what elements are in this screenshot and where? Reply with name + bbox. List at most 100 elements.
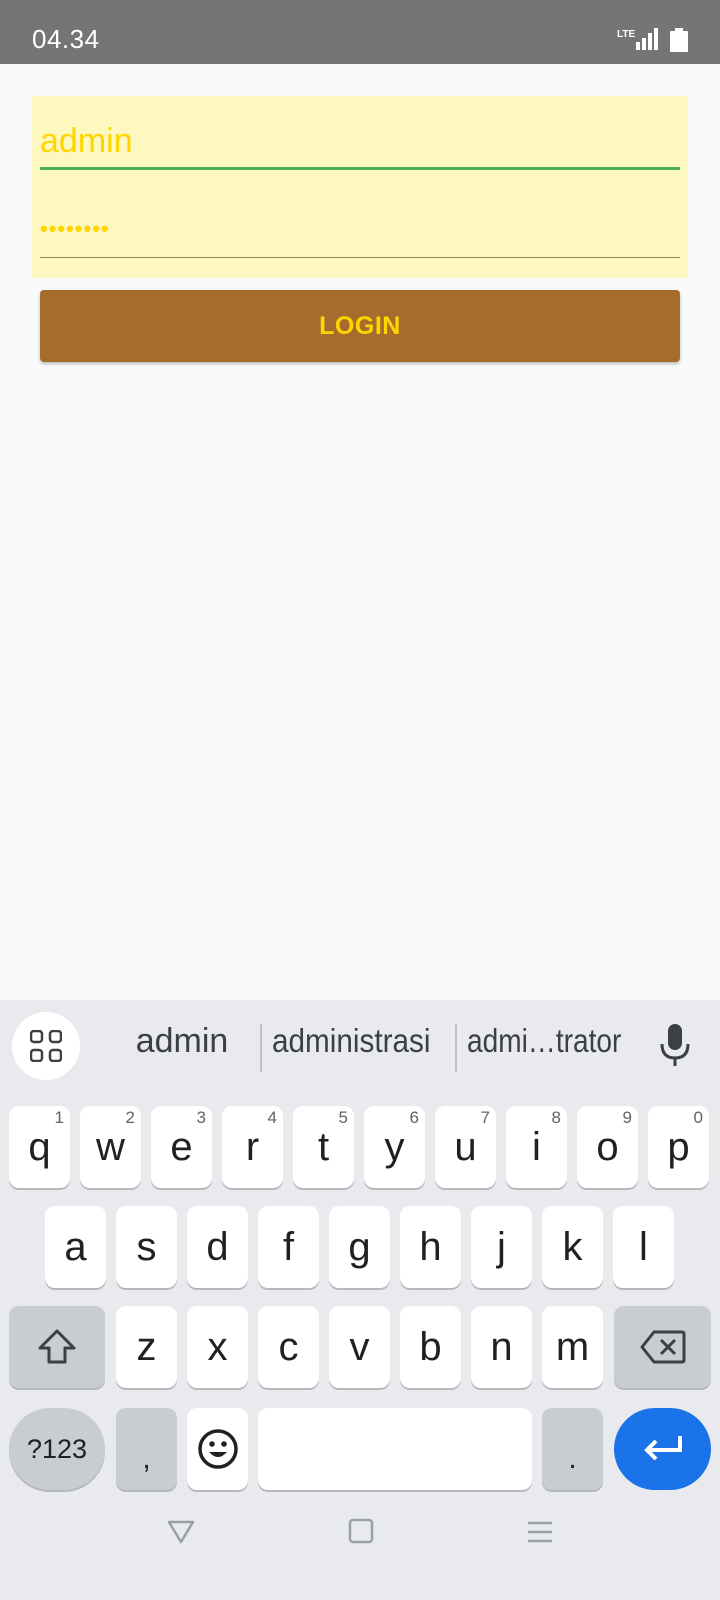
- key-label: s: [136, 1224, 157, 1269]
- key-x[interactable]: x: [187, 1306, 248, 1388]
- home-icon[interactable]: [348, 1518, 374, 1544]
- key-label: h: [419, 1224, 442, 1269]
- key-label: m: [555, 1324, 590, 1369]
- key-hint: 7: [480, 1108, 490, 1127]
- voice-input-button[interactable]: [655, 1022, 695, 1070]
- login-button[interactable]: LOGIN: [40, 290, 680, 362]
- key-label: n: [490, 1324, 513, 1369]
- back-icon[interactable]: [166, 1518, 196, 1546]
- backspace-key[interactable]: [614, 1306, 711, 1388]
- key-label: q: [28, 1124, 51, 1169]
- key-j[interactable]: j: [471, 1206, 532, 1288]
- key-k[interactable]: k: [542, 1206, 603, 1288]
- key-c[interactable]: c: [258, 1306, 319, 1388]
- key-r[interactable]: r4: [222, 1106, 283, 1188]
- key-label: p: [667, 1124, 690, 1169]
- suggestion-bar: admin administrasi admi…trator: [0, 1000, 720, 1092]
- key-o[interactable]: o9: [577, 1106, 638, 1188]
- key-label: j: [497, 1224, 506, 1269]
- comma-key[interactable]: ,: [116, 1408, 177, 1490]
- microphone-icon: [660, 1024, 690, 1066]
- key-label: l: [639, 1224, 648, 1269]
- password-input[interactable]: ••••••••: [40, 206, 680, 258]
- key-hint: 0: [693, 1108, 703, 1127]
- key-hint: 8: [551, 1108, 561, 1127]
- key-v[interactable]: v: [329, 1306, 390, 1388]
- key-label: e: [170, 1124, 193, 1169]
- key-label: k: [562, 1224, 583, 1269]
- key-y[interactable]: y6: [364, 1106, 425, 1188]
- suggestion-3[interactable]: admi…trator: [467, 1022, 621, 1060]
- key-i[interactable]: i8: [506, 1106, 567, 1188]
- key-q[interactable]: q1: [9, 1106, 70, 1188]
- key-n[interactable]: n: [471, 1306, 532, 1388]
- key-s[interactable]: s: [116, 1206, 177, 1288]
- suggestion-1[interactable]: admin: [122, 1022, 242, 1061]
- network-type: LTE: [617, 29, 636, 40]
- key-hint: 2: [125, 1108, 135, 1127]
- key-w[interactable]: w2: [80, 1106, 141, 1188]
- key-m[interactable]: m: [542, 1306, 603, 1388]
- password-value: ••••••••: [40, 216, 110, 241]
- key-b[interactable]: b: [400, 1306, 461, 1388]
- key-label: f: [282, 1224, 295, 1269]
- key-d[interactable]: d: [187, 1206, 248, 1288]
- menu-icon[interactable]: [526, 1520, 554, 1544]
- key-label: o: [596, 1124, 619, 1169]
- space-key[interactable]: [258, 1408, 532, 1490]
- key-p[interactable]: p0: [648, 1106, 709, 1188]
- suggestion-2[interactable]: administrasi: [272, 1022, 430, 1060]
- key-label: g: [348, 1224, 371, 1269]
- keyboard-apps-button[interactable]: [12, 1012, 80, 1080]
- emoji-key[interactable]: [187, 1408, 248, 1490]
- key-label: a: [64, 1224, 87, 1269]
- key-label: ,: [142, 1442, 151, 1475]
- key-label: z: [136, 1324, 157, 1369]
- suggestion-divider: [260, 1024, 262, 1072]
- status-bar: 04.34 LTE: [0, 0, 720, 64]
- key-hint: 6: [409, 1108, 419, 1127]
- battery-icon: [670, 28, 688, 52]
- key-a[interactable]: a: [45, 1206, 106, 1288]
- key-f[interactable]: f: [258, 1206, 319, 1288]
- key-label: c: [278, 1324, 299, 1369]
- emoji-icon: [197, 1429, 238, 1469]
- enter-key[interactable]: [614, 1408, 711, 1490]
- key-label: v: [349, 1324, 370, 1369]
- key-label: d: [206, 1224, 229, 1269]
- key-label: u: [454, 1124, 477, 1169]
- key-label: r: [245, 1124, 260, 1169]
- login-form: admin ••••••••: [32, 96, 688, 278]
- shift-key[interactable]: [9, 1306, 105, 1388]
- key-label: ?123: [26, 1433, 88, 1464]
- symbols-key[interactable]: ?123: [9, 1408, 105, 1490]
- key-h[interactable]: h: [400, 1206, 461, 1288]
- key-hint: 3: [196, 1108, 206, 1127]
- apps-grid-icon: [30, 1030, 62, 1062]
- username-value: admin: [40, 122, 133, 160]
- key-label: i: [532, 1124, 541, 1169]
- period-key[interactable]: .: [542, 1408, 603, 1490]
- key-g[interactable]: g: [329, 1206, 390, 1288]
- key-e[interactable]: e3: [151, 1106, 212, 1188]
- signal-icon: [636, 28, 660, 50]
- key-label: x: [207, 1324, 228, 1369]
- key-z[interactable]: z: [116, 1306, 177, 1388]
- navigation-bar: [0, 1492, 720, 1600]
- backspace-icon: [640, 1330, 685, 1364]
- key-hint: 9: [622, 1108, 632, 1127]
- key-label: .: [568, 1442, 577, 1475]
- key-l[interactable]: l: [613, 1206, 674, 1288]
- key-label: t: [317, 1124, 330, 1169]
- key-hint: 5: [338, 1108, 348, 1127]
- enter-arrow-icon: [643, 1436, 682, 1461]
- key-label: w: [96, 1124, 125, 1169]
- key-hint: 1: [54, 1108, 64, 1127]
- key-t[interactable]: t5: [293, 1106, 354, 1188]
- shift-icon: [38, 1329, 76, 1364]
- status-time: 04.34: [32, 24, 100, 54]
- key-label: y: [384, 1124, 405, 1169]
- login-button-label: LOGIN: [319, 311, 401, 340]
- key-u[interactable]: u7: [435, 1106, 496, 1188]
- username-input[interactable]: admin: [40, 116, 680, 170]
